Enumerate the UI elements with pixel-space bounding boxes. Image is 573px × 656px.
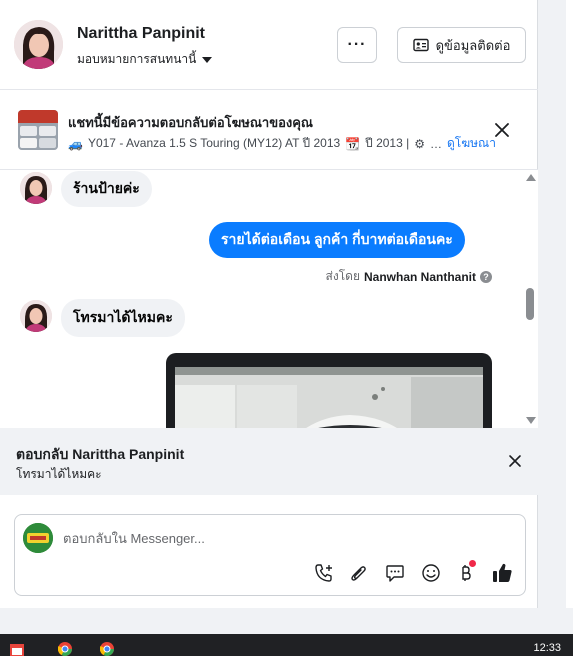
calendar-app-icon[interactable] xyxy=(10,642,24,656)
ad-ellipsis: … xyxy=(430,136,442,151)
view-contact-button[interactable]: ดูข้อมูลติดต่อ xyxy=(397,27,526,63)
ad-subtitle-text: Y017 - Avanza 1.5 S Touring (MY12) AT ปี… xyxy=(87,136,341,150)
contact-card-icon xyxy=(412,38,429,52)
messenger-reply-input[interactable] xyxy=(63,527,503,549)
conversation-panel: Narittha Panpinit มอบหมายการสนทนานี้ ···… xyxy=(0,0,538,608)
message-bubble-incoming: ร้านป้ายค่ะ xyxy=(61,171,152,207)
scroll-down-arrow-icon[interactable] xyxy=(526,417,536,424)
ad-banner-title: แชทนี้มีข้อความตอบกลับต่อโฆษณาของคุณ xyxy=(68,115,313,130)
reply-preview: ตอบกลับ Narittha Panpinit โทรมาได้ไหมคะ xyxy=(0,428,538,495)
sent-by-label: ส่งโดย Nanwhan Nanthanit ? xyxy=(326,267,492,286)
help-icon[interactable]: ? xyxy=(480,270,492,283)
payment-icon[interactable] xyxy=(455,560,477,584)
view-contact-label: ดูข้อมูลติดต่อ xyxy=(435,37,511,53)
more-options-button[interactable]: ··· xyxy=(337,27,377,63)
ad-reply-banner: แชทนี้มีข้อความตอบกลับต่อโฆษณาของคุณ 🚙 Y… xyxy=(0,90,538,170)
message-composer xyxy=(14,514,526,596)
contact-name: Narittha Panpinit xyxy=(77,25,206,42)
image-attachment[interactable] xyxy=(166,353,492,428)
ad-year-text: ปี 2013 | xyxy=(365,136,410,150)
contact-avatar[interactable] xyxy=(14,20,63,69)
gear-icon: ⚙ xyxy=(414,136,425,151)
assign-conversation-dropdown[interactable]: มอบหมายการสนทนานี้ xyxy=(77,50,213,69)
browser-profile-icon[interactable] xyxy=(100,642,114,656)
saved-reply-icon[interactable] xyxy=(384,562,406,584)
add-call-icon[interactable] xyxy=(313,562,335,584)
browser-icon[interactable] xyxy=(58,642,72,656)
os-taskbar: 12:33 xyxy=(0,634,573,656)
car-icon: 🚙 xyxy=(68,136,83,151)
close-icon[interactable] xyxy=(507,453,523,469)
scroll-up-arrow-icon[interactable] xyxy=(526,174,536,181)
thumbs-up-icon[interactable] xyxy=(491,562,513,584)
reply-preview-quote: โทรมาได้ไหมคะ xyxy=(16,467,102,481)
sent-by-prefix: ส่งโดย xyxy=(325,269,360,283)
contact-avatar-small xyxy=(20,172,52,204)
notification-dot xyxy=(469,560,476,567)
car-photo xyxy=(175,367,483,428)
conversation-header: Narittha Panpinit มอบหมายการสนทนานี้ ···… xyxy=(0,0,538,90)
reply-preview-title: ตอบกลับ Narittha Panpinit xyxy=(16,446,185,462)
message-bubble-incoming: โทรมาได้ไหมคะ xyxy=(61,299,185,337)
assign-label: มอบหมายการสนทนานี้ xyxy=(77,52,197,66)
message-thread: ร้านป้ายค่ะ รายได้ต่อเดือน ลูกค้า กี่บาท… xyxy=(0,170,538,428)
chevron-down-icon xyxy=(202,56,213,63)
emoji-icon[interactable] xyxy=(420,562,442,584)
contact-avatar-small xyxy=(20,300,52,332)
window-edge xyxy=(566,0,573,608)
view-ad-link[interactable]: ดูโฆษณา xyxy=(447,134,496,153)
system-clock[interactable]: 12:33 xyxy=(533,642,561,654)
attachment-icon[interactable] xyxy=(348,562,370,584)
calendar-icon: 📆 xyxy=(345,136,361,151)
message-scrollbar[interactable] xyxy=(522,170,538,428)
close-icon[interactable] xyxy=(493,121,511,139)
sent-by-name: Nanwhan Nanthanit xyxy=(363,269,476,284)
ad-banner-subtitle: 🚙 Y017 - Avanza 1.5 S Touring (MY12) AT … xyxy=(68,134,442,153)
ad-thumbnail[interactable] xyxy=(18,110,58,150)
scroll-thumb[interactable] xyxy=(526,288,534,320)
page-avatar xyxy=(23,523,53,553)
message-bubble-outgoing: รายได้ต่อเดือน ลูกค้า กี่บาทต่อเดือนคะ xyxy=(209,222,465,258)
